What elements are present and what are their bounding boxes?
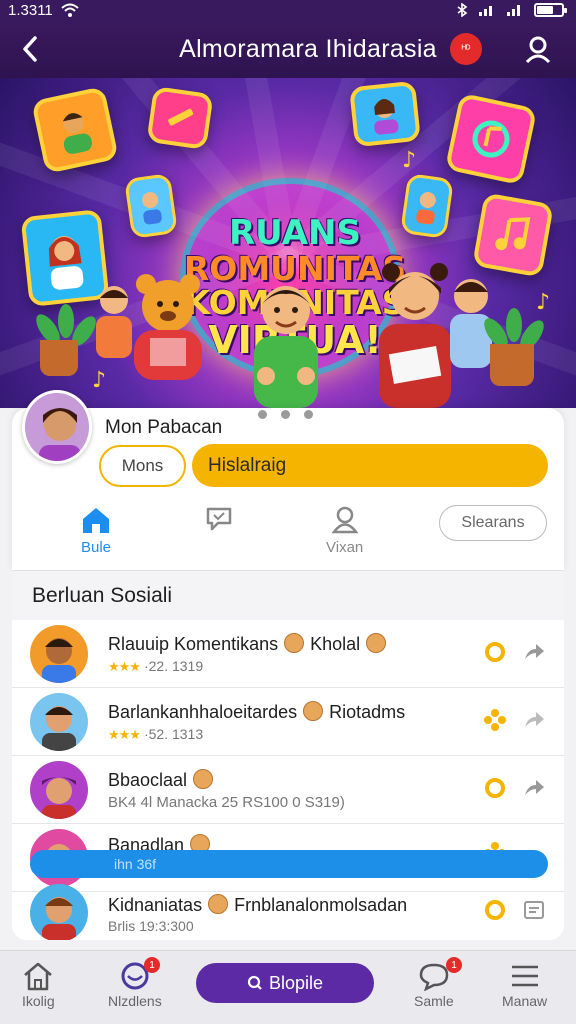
list-item[interactable]: Rlauuip Komentikans Kholal ★★★ ·22. 1319 (12, 620, 564, 688)
gear-icon[interactable] (484, 641, 506, 663)
hero-title-line-1: RUANS (229, 213, 361, 253)
avatar (30, 625, 88, 683)
avatar-tile-top (349, 80, 421, 148)
face-emoji-icon (208, 894, 229, 914)
carousel-dot[interactable] (258, 410, 267, 419)
chevron-left-icon (23, 36, 37, 62)
menu-icon (511, 965, 538, 987)
chat-icon (206, 507, 232, 531)
status-bar: 1.3311 (0, 0, 576, 20)
tab-vision-label: Vixan (326, 539, 364, 556)
home-icon (83, 508, 109, 533)
progress-banner[interactable]: ihn 36f (30, 850, 548, 878)
list-item-subtitle: BK4 4l Manacka 25 RS100 0 S319) (108, 794, 345, 811)
nav-home-label: Ikolig (22, 993, 55, 1009)
primary-action-button[interactable]: Hislalraig (192, 444, 548, 487)
app-title: Almoramara Ihidarasia (179, 34, 437, 63)
face-emoji-icon (193, 769, 214, 789)
profile-button[interactable] (518, 29, 558, 69)
list-item-subtitle: Brlis 19:3:300 (108, 918, 194, 934)
signal-icon (479, 6, 492, 16)
app-header: Almoramara Ihidarasia ᴴᴰ (0, 20, 576, 78)
list-item[interactable]: Kidnaniatas Frnblanalonmolsadan Brlis 19:… (12, 882, 564, 940)
tab-vision[interactable]: Vixan (326, 505, 363, 556)
profile-name: Mon Pabacan (105, 417, 223, 438)
pencil-tile (146, 86, 214, 150)
message-icon[interactable] (522, 899, 546, 921)
list-item-title: Bbaoclaal (108, 770, 188, 790)
gear-icon[interactable] (484, 777, 506, 799)
avatar (30, 761, 88, 819)
rating-stars: ★★★ (108, 659, 141, 674)
nav-home[interactable]: Ikolig (22, 961, 55, 1009)
list-item-title: Rlauuip Komentikans (108, 634, 279, 654)
face-emoji-icon (284, 633, 305, 653)
carousel-dot[interactable] (281, 410, 290, 419)
boy-character (254, 286, 318, 408)
gear-icon[interactable] (484, 899, 506, 921)
carousel-dots[interactable] (258, 410, 313, 419)
wifi-icon (61, 3, 79, 17)
bluetooth-icon (457, 3, 468, 17)
chat-badge: 1 (446, 957, 462, 973)
nav-notifications[interactable]: Nlzdlens 1 (108, 957, 162, 1009)
list-item-title-extra: Riotadms (329, 702, 406, 722)
home-icon (24, 962, 53, 991)
create-profile-button[interactable]: Blopile (196, 963, 374, 1003)
plant-pot-right (490, 344, 534, 386)
notification-label: ᴴᴰ (461, 43, 471, 55)
face-emoji-icon (303, 701, 324, 721)
user-icon (331, 506, 359, 534)
nav-chat-label: Samle (414, 993, 454, 1009)
carousel-dot[interactable] (304, 410, 313, 419)
notification-button[interactable]: ᴴᴰ (450, 33, 482, 65)
nav-menu[interactable]: Manaw (502, 961, 547, 1009)
tab-chat[interactable] (205, 505, 233, 533)
follow-button[interactable]: Mons (99, 445, 186, 487)
avatar-tile (31, 86, 119, 174)
back-button[interactable] (0, 20, 60, 78)
music-tile (444, 92, 538, 186)
tab-home-label: Bule (80, 539, 112, 556)
status-time: 1.3311 (8, 1, 53, 19)
list-item-title-extra: Kholal (310, 634, 361, 654)
signal-icon-2 (507, 5, 520, 16)
settings-button[interactable]: Slearans (439, 505, 547, 541)
profile-avatar[interactable] (22, 390, 92, 464)
face-emoji-icon (366, 633, 387, 653)
list-item-title: Kidnaniatas (108, 895, 203, 915)
list-item[interactable]: Barlankanhhaloeitardes Riotadms ★★★ ·52. 1… (12, 688, 564, 756)
nav-chat[interactable]: Samle 1 (414, 957, 462, 1009)
hero-banner[interactable]: RUANS ROMUNITAS KOMUNITAS VIRTUA! ♪ ♪ ♪ (0, 78, 576, 408)
flower-icon[interactable] (484, 709, 506, 731)
progress-banner-label: ihn 36f (114, 856, 157, 872)
section-title: Berluan Sosiali (12, 570, 564, 620)
list-item-title: Barlankanhhaloeitardes (108, 702, 298, 722)
list-item-subtitle: ·52. 1313 (143, 726, 204, 742)
share-icon[interactable] (522, 777, 546, 799)
list-item-subtitle: ·22. 1319 (143, 658, 204, 674)
user-search-icon (525, 36, 551, 64)
notification-badge: 1 (144, 957, 160, 973)
nav-notifications-label: Nlzdlens (108, 993, 162, 1009)
nav-menu-label: Manaw (502, 993, 548, 1009)
avatar (30, 884, 88, 940)
list-item-title-extra: Frnblanalonmolsadan (234, 895, 408, 915)
community-list: Rlauuip Komentikans Kholal ★★★ ·22. 1319 B… (12, 620, 564, 940)
battery-icon (534, 3, 567, 17)
music-note-tile (472, 192, 554, 278)
list-item[interactable]: Bbaoclaal BK4 4l Manacka 25 RS100 0 S319… (12, 756, 564, 824)
plant-pot-left (40, 340, 78, 376)
tab-home[interactable]: Bule (80, 505, 112, 556)
avatar (30, 693, 88, 751)
create-profile-label: Blopile (268, 972, 324, 993)
search-icon (247, 975, 262, 990)
share-icon[interactable] (522, 709, 546, 731)
rating-stars: ★★★ (108, 727, 141, 742)
bottom-navigation: Ikolig Nlzdlens 1 Blopile Samle 1 Manaw (0, 950, 576, 1024)
share-icon[interactable] (522, 641, 546, 663)
